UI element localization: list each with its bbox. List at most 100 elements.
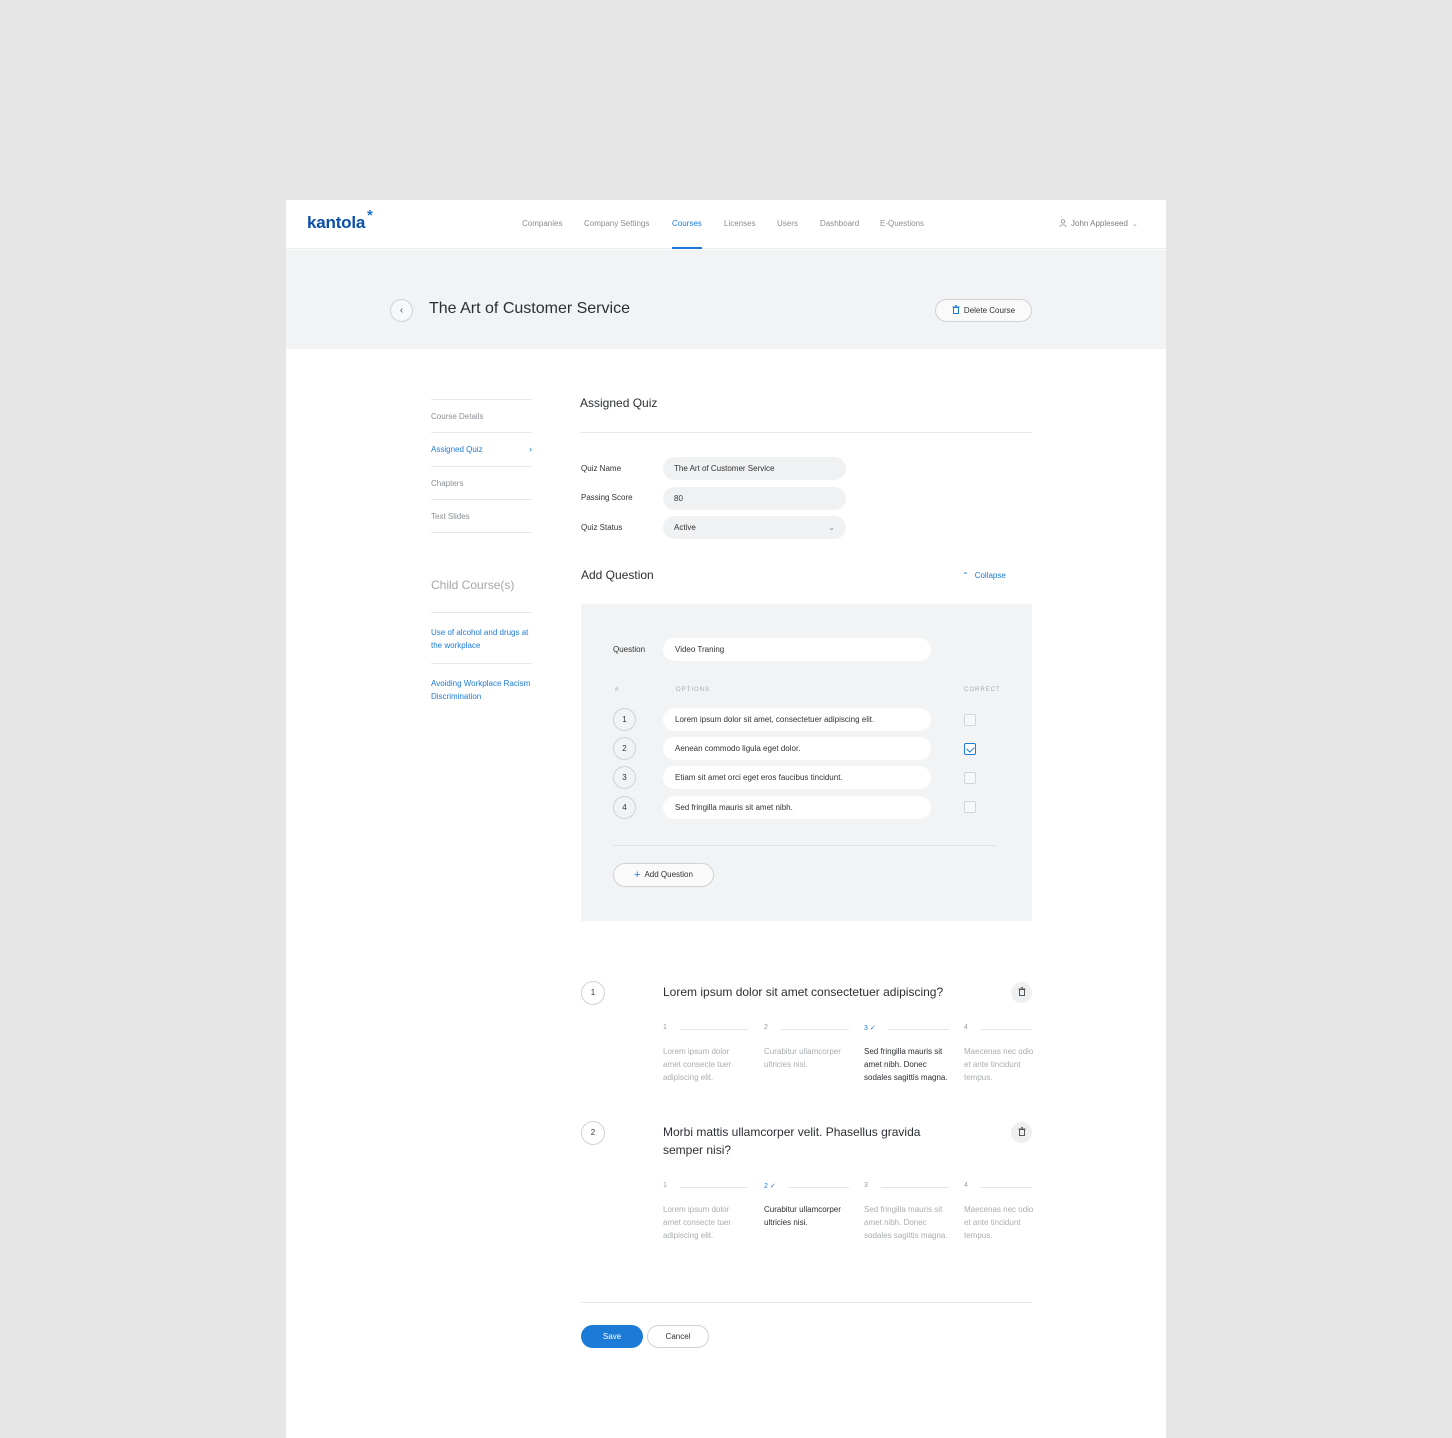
sidebar-item-chapters[interactable]: Chapters (431, 466, 532, 500)
question-input[interactable]: Video Traning (663, 638, 931, 661)
add-question-panel: Question Video Traning # OPTIONS CORRECT… (581, 604, 1032, 921)
quiz-status-label: Quiz Status (581, 523, 623, 532)
nav-company-settings[interactable]: Company Settings (584, 219, 649, 228)
add-question-title: Add Question (581, 568, 654, 582)
logo-star-icon: * (367, 207, 373, 224)
option-input[interactable]: Etiam sit amet orci eget eros faucibus t… (663, 766, 931, 789)
sidebar-item-assigned-quiz[interactable]: Assigned Quiz › (431, 432, 532, 466)
chevron-up-icon: ⌃ (962, 571, 969, 580)
nav-users[interactable]: Users (777, 219, 798, 228)
question-label: Question (613, 645, 646, 654)
app-window: kantola * Companies Company Settings Cou… (286, 200, 1166, 1438)
assigned-quiz-title: Assigned Quiz (580, 396, 658, 410)
child-course-label: Avoiding Workplace Racism Discrimination (431, 679, 531, 701)
nav-companies[interactable]: Companies (522, 219, 562, 228)
delete-course-button[interactable]: Delete Course (935, 299, 1032, 322)
answer-number: 2 ✓ (764, 1183, 776, 1190)
number-column-header: # (615, 687, 620, 693)
collapse-button[interactable]: ⌃ Collapse (962, 571, 1006, 580)
page-title: The Art of Customer Service (429, 300, 630, 317)
option-number: 3 (613, 766, 636, 789)
top-navigation-bar: kantola * Companies Company Settings Cou… (286, 200, 1166, 249)
option-input[interactable]: Sed fringilla mauris sit amet nibh. (663, 796, 931, 819)
options-column-header: OPTIONS (676, 687, 711, 693)
correct-checkbox[interactable] (964, 801, 976, 813)
correct-column-header: CORRECT (964, 687, 1001, 693)
answer-text: Maecenas nec odio et ante tincidunt temp… (964, 1047, 1034, 1082)
user-menu[interactable]: John Appleseed ⌄ (1059, 219, 1138, 228)
cancel-button[interactable]: Cancel (647, 1325, 709, 1348)
sidebar-item-course-details[interactable]: Course Details (431, 399, 532, 433)
course-header: ‹ The Art of Customer Service Delete Cou… (286, 250, 1166, 349)
delete-question-button[interactable] (1011, 1122, 1032, 1143)
answer-text: Curabitur ullamcorper ultricies nisi. (764, 1047, 841, 1069)
user-name: John Appleseed (1071, 219, 1128, 228)
answer-number: 1 (663, 1182, 667, 1189)
trash-icon (952, 305, 960, 314)
answer-number: 1 (663, 1024, 667, 1031)
answer-rule (680, 1187, 748, 1188)
answer-rule (981, 1187, 1032, 1188)
child-courses-heading: Child Course(s) (431, 578, 515, 592)
nav-courses[interactable]: Courses (672, 219, 702, 228)
answer-text: Lorem ipsum dolor amet consecte tuer adi… (663, 1047, 732, 1082)
answer-text: Sed fringilla mauris sit amet nibh. Done… (864, 1047, 948, 1082)
answer-text: Sed fringilla mauris sit amet nibh. Done… (864, 1205, 948, 1240)
answer-rule (781, 1029, 849, 1030)
panel-divider (613, 845, 997, 846)
question-text: Lorem ipsum dolor sit amet consectetuer … (663, 985, 944, 999)
user-icon (1059, 219, 1067, 227)
logo-text: kantola (307, 213, 366, 232)
check-icon: ✓ (769, 1183, 776, 1190)
correct-checkbox[interactable] (964, 743, 976, 755)
back-button[interactable]: ‹ (390, 299, 413, 322)
quiz-status-value: Active (674, 523, 696, 532)
sidebar-item-text-slides[interactable]: Text Slides (431, 499, 532, 533)
answer-text: Maecenas nec odio et ante tincidunt temp… (964, 1205, 1034, 1240)
chevron-down-icon: ⌄ (828, 523, 835, 532)
question-text: Morbi mattis ullamcorper velit. Phasellu… (663, 1125, 921, 1157)
correct-checkbox[interactable] (964, 714, 976, 726)
answer-text: Lorem ipsum dolor amet consecte tuer adi… (663, 1205, 732, 1240)
nav-licenses[interactable]: Licenses (724, 219, 756, 228)
save-button[interactable]: Save (581, 1325, 643, 1348)
sidebar-item-label: Assigned Quiz (431, 445, 483, 454)
child-course-link[interactable]: Avoiding Workplace Racism Discrimination (431, 663, 532, 714)
section-divider (580, 432, 1032, 433)
option-input[interactable]: Aenean commodo ligula eget dolor. (663, 737, 931, 760)
chevron-right-icon: › (529, 444, 532, 454)
child-course-label: Use of alcohol and drugs at the workplac… (431, 628, 529, 650)
answer-text: Curabitur ullamcorper ultricies nisi. (764, 1205, 841, 1227)
delete-question-button[interactable] (1011, 982, 1032, 1003)
answer-number: 2 (764, 1024, 768, 1031)
child-course-link[interactable]: Use of alcohol and drugs at the workplac… (431, 612, 532, 663)
option-number: 4 (613, 796, 636, 819)
quiz-name-label: Quiz Name (581, 464, 622, 473)
add-question-button[interactable]: + Add Question (613, 863, 714, 887)
nav-e-questions[interactable]: E-Questions (880, 219, 924, 228)
option-input[interactable]: Lorem ipsum dolor sit amet, consectetuer… (663, 708, 931, 731)
trash-icon (1018, 987, 1025, 996)
answer-rule (881, 1187, 949, 1188)
answer-number: 3 (864, 1182, 868, 1189)
chevron-down-icon: ⌄ (1131, 221, 1138, 228)
plus-icon: + (634, 869, 641, 881)
passing-score-input[interactable]: 80 (663, 487, 846, 510)
passing-score-label: Passing Score (581, 493, 633, 502)
add-question-label: Add Question (644, 870, 693, 879)
sidebar-item-label: Text Slides (431, 512, 470, 521)
answer-rule (680, 1029, 748, 1030)
nav-dashboard[interactable]: Dashboard (820, 219, 859, 228)
answer-number: 3 ✓ (864, 1025, 876, 1032)
kantola-logo[interactable]: kantola * (307, 207, 373, 233)
sidebar-item-label: Chapters (431, 479, 464, 488)
check-icon: ✓ (869, 1025, 876, 1032)
quiz-name-input[interactable]: The Art of Customer Service (663, 457, 846, 480)
quiz-status-select[interactable]: Active ⌄ (663, 516, 846, 539)
option-number: 1 (613, 708, 636, 731)
question-number: 2 (581, 1121, 605, 1145)
correct-checkbox[interactable] (964, 772, 976, 784)
active-nav-indicator (672, 247, 702, 249)
question-number: 1 (581, 981, 605, 1005)
answer-number: 4 (964, 1182, 968, 1189)
